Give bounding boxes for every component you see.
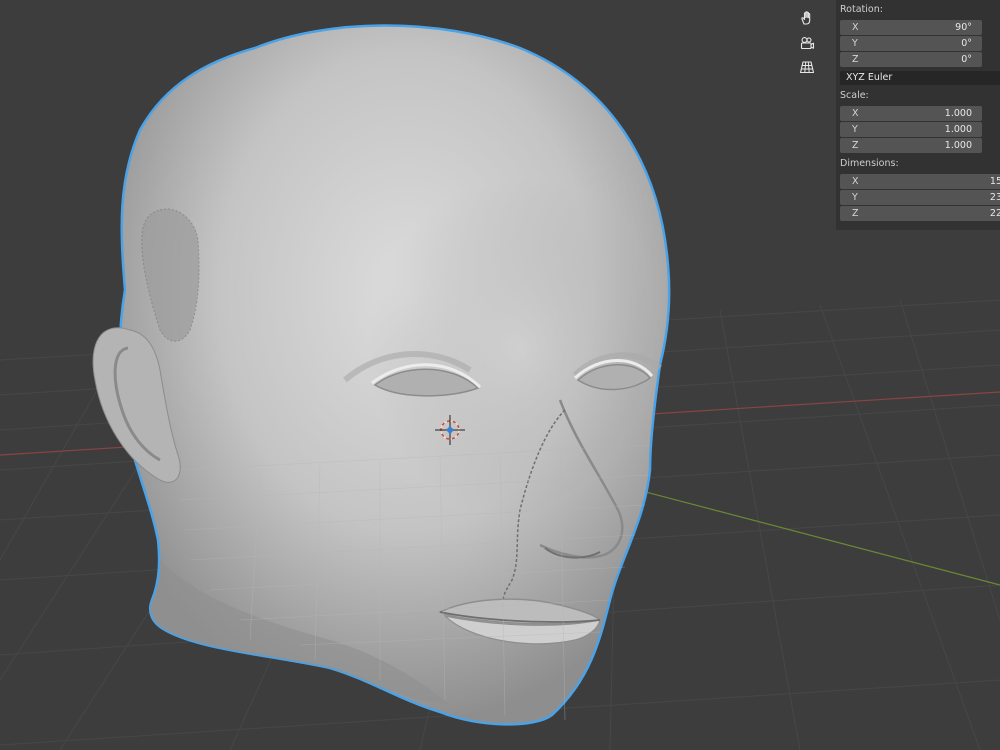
face-highlight xyxy=(310,140,650,520)
dimensions-y-value: 23 xyxy=(989,192,1000,203)
scale-z-value: 1.000 xyxy=(944,140,972,151)
dimensions-z-value: 22 xyxy=(989,208,1000,219)
dimensions-y-field[interactable]: Y 23 xyxy=(840,190,1000,205)
rotation-x-value: 90° xyxy=(955,22,972,33)
grid-icon xyxy=(799,61,815,74)
scale-z-field[interactable]: Z 1.000 xyxy=(840,138,982,153)
axis-label: Z xyxy=(852,54,859,65)
rotation-z-field[interactable]: Z 0° xyxy=(840,52,982,67)
dimensions-label: Dimensions: xyxy=(840,158,899,169)
scale-label: Scale: xyxy=(840,90,869,101)
dimensions-x-field[interactable]: X 15 xyxy=(840,174,1000,189)
axis-label: Y xyxy=(852,38,858,49)
rotation-y-field[interactable]: Y 0° xyxy=(840,36,982,51)
scale-y-field[interactable]: Y 1.000 xyxy=(840,122,982,137)
y-axis-line xyxy=(599,479,1000,586)
toggle-camera-view-button[interactable] xyxy=(795,31,819,55)
axis-label: X xyxy=(852,108,859,119)
rotation-mode-value: XYZ Euler xyxy=(846,72,893,83)
axis-label: Y xyxy=(852,124,858,135)
rotation-label: Rotation: xyxy=(840,4,883,15)
axis-label: X xyxy=(852,22,859,33)
axis-label: Y xyxy=(852,192,858,203)
axis-label: Z xyxy=(852,140,859,151)
transform-panel: Rotation: X 90° Y 0° Z 0° XYZ Euler Scal… xyxy=(836,0,1000,230)
pan-view-button[interactable] xyxy=(795,6,819,30)
scale-x-value: 1.000 xyxy=(944,108,972,119)
3d-viewport[interactable]: Rotation: X 90° Y 0° Z 0° XYZ Euler Scal… xyxy=(0,0,1000,750)
dimensions-x-value: 15 xyxy=(989,176,1000,187)
scale-y-value: 1.000 xyxy=(944,124,972,135)
rotation-mode-dropdown[interactable]: XYZ Euler xyxy=(840,71,1000,85)
camera-icon xyxy=(800,37,815,50)
rotation-y-value: 0° xyxy=(961,38,972,49)
rotation-x-field[interactable]: X 90° xyxy=(840,20,982,35)
dimensions-z-field[interactable]: Z 22 xyxy=(840,206,1000,221)
hand-icon xyxy=(801,11,811,25)
axis-label: Z xyxy=(852,208,859,219)
toggle-perspective-button[interactable] xyxy=(795,55,819,79)
rotation-z-value: 0° xyxy=(961,54,972,65)
axis-label: X xyxy=(852,176,859,187)
head-mesh[interactable] xyxy=(92,24,671,726)
scale-x-field[interactable]: X 1.000 xyxy=(840,106,982,121)
